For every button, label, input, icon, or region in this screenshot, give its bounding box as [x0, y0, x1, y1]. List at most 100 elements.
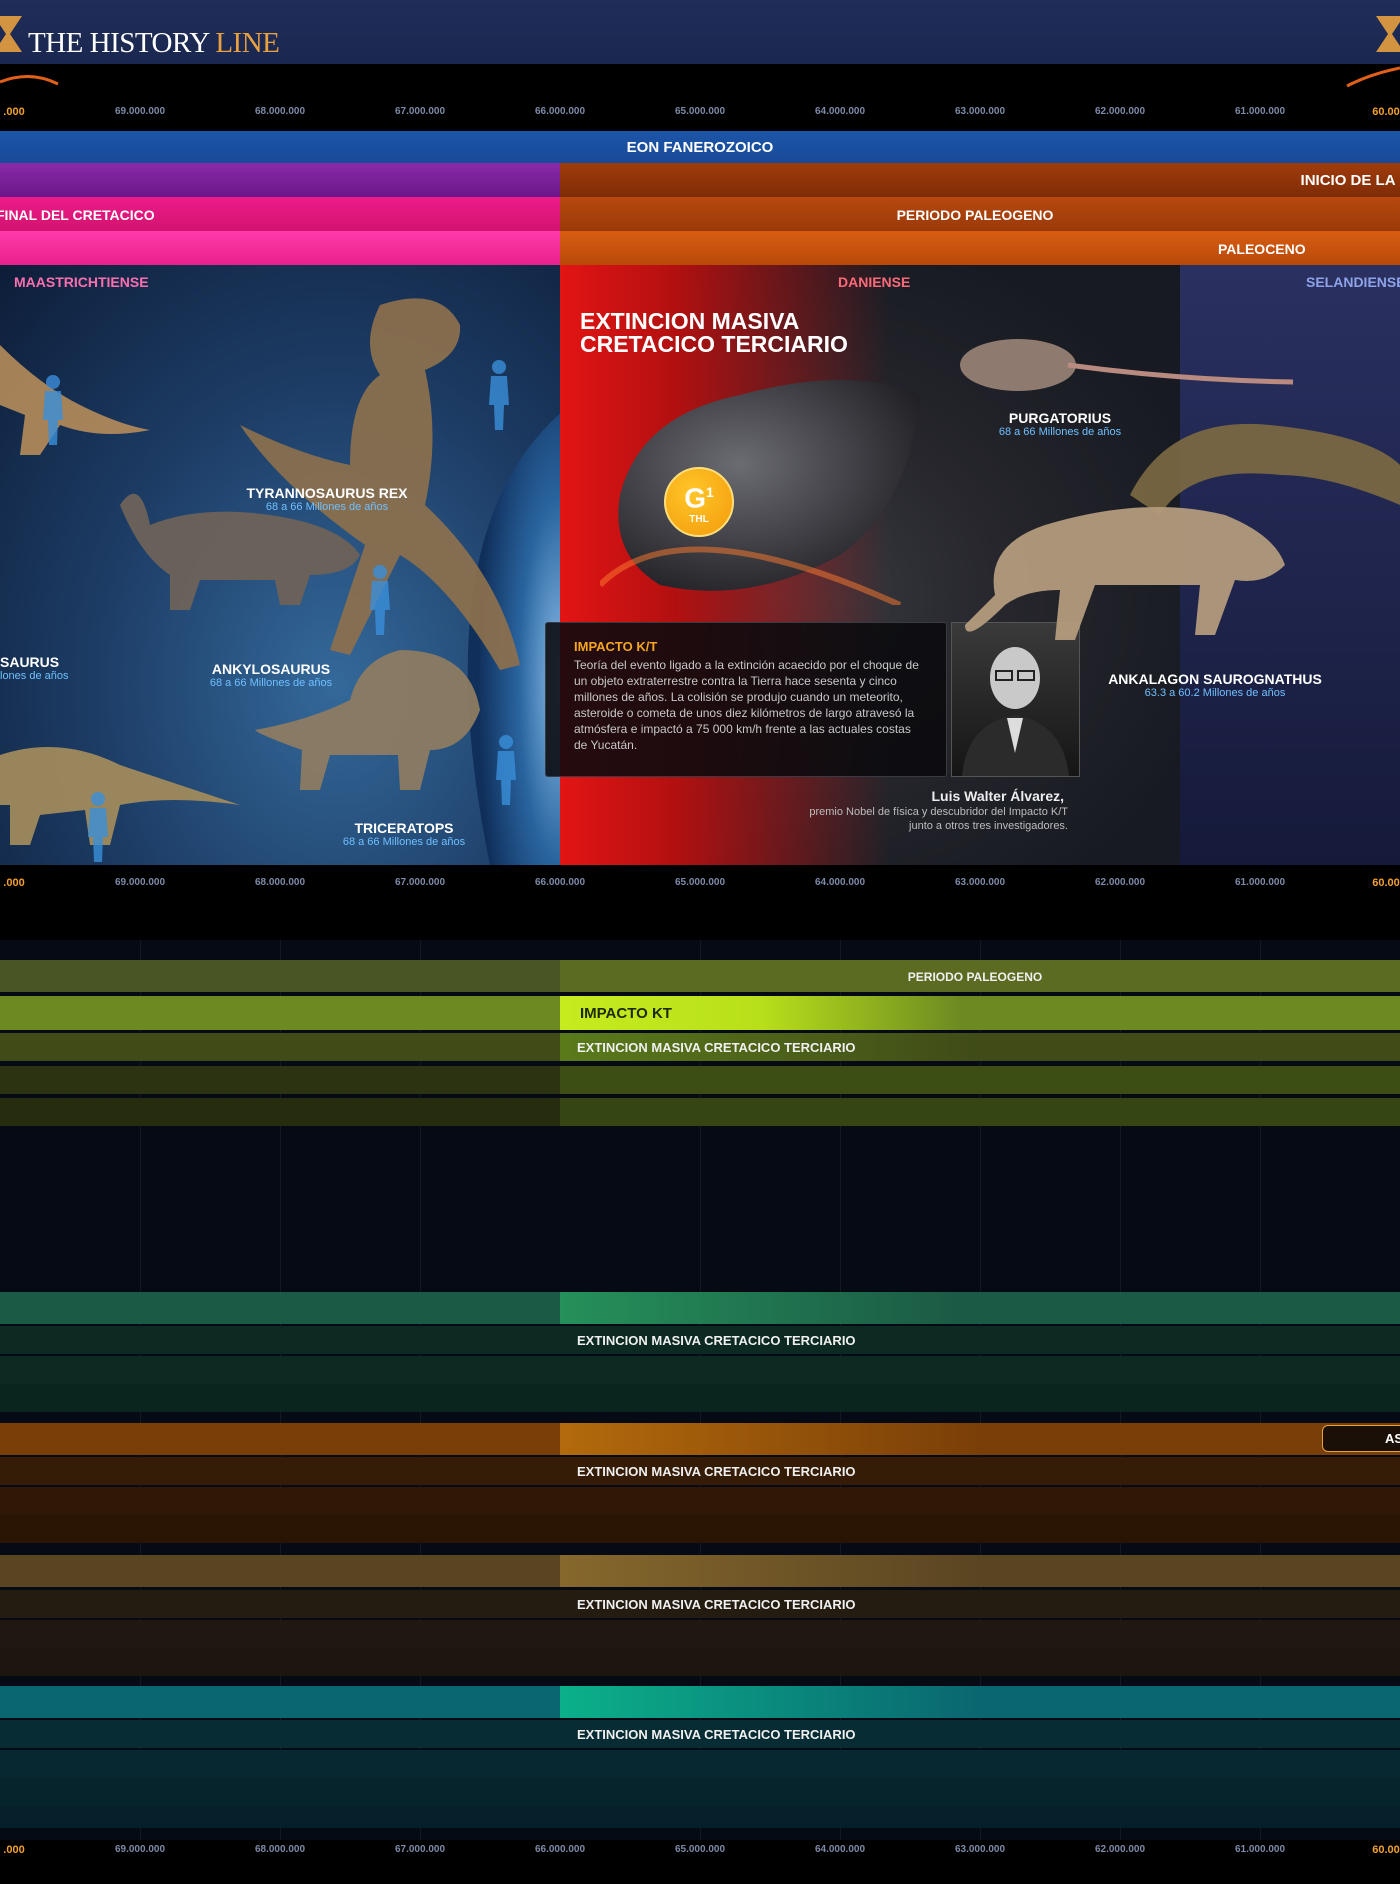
lane-green-ext[interactable]: EXTINCION MASIVA CRETACICO TERCIARIO: [0, 1033, 1400, 1061]
ruler-label: 61.000.000: [1234, 106, 1286, 117]
person-desc-line2: junto a otros tres investigadores.: [909, 820, 1068, 832]
species-range: 63.3 a 60.2 Millones de años: [1144, 687, 1286, 699]
epoch-paleocene-band[interactable]: PALEOCENO: [560, 231, 1400, 265]
event-title-line2: CRETACICO TERCIARIO: [580, 331, 848, 357]
info-title: IMPACTO K/T: [574, 639, 658, 654]
swoosh-left-decoration: [0, 75, 59, 86]
era-cretaceous-band[interactable]: [0, 163, 560, 197]
period-cretaceous-band[interactable]: FINAL DEL CRETACICO: [0, 197, 560, 231]
eon-band[interactable]: EON FANEROZOICO: [0, 131, 1400, 163]
lane-brown-ext[interactable]: EXTINCION MASIVA CRETACICO TERCIARIO: [0, 1590, 1400, 1618]
lane-label: IMPACTO KT: [580, 1005, 672, 1022]
hadrosaur-illustration[interactable]: [0, 735, 240, 845]
period-row: FINAL DEL CRETACICO PERIODO PALEOGENO: [0, 197, 1400, 231]
lane-teal-row: [0, 1356, 1400, 1384]
ruler-label: 64.000.000: [814, 877, 866, 888]
lane-cyan-head[interactable]: [0, 1686, 1400, 1718]
swoosh-right-decoration: [1346, 66, 1400, 88]
event-title-line1: EXTINCION MASIVA: [580, 308, 800, 334]
ruler-label: 68.000.000: [254, 877, 306, 888]
person-name: Luis Walter Álvarez,: [931, 788, 1064, 804]
lane-brown-head[interactable]: [0, 1555, 1400, 1587]
human-scale-silhouette: [496, 735, 516, 805]
lane-teal-head[interactable]: [0, 1292, 1400, 1324]
ruler-label: 69.000.000: [114, 1844, 166, 1855]
lane-brown-row: [0, 1648, 1400, 1676]
species-name: SAURUS: [0, 654, 60, 670]
ruler-label: 61.000.000: [1234, 877, 1286, 888]
badge-sup: 1: [705, 484, 714, 500]
species-range: lones de años: [0, 670, 69, 682]
hourglass-logo-icon: [0, 14, 26, 52]
eon-label: EON FANEROZOICO: [626, 139, 774, 156]
time-ruler-middle: .000 69.000.000 68.000.000 67.000.000 66…: [0, 877, 1400, 895]
period-left-label: FINAL DEL CRETACICO: [0, 207, 155, 223]
human-scale-silhouette: [489, 360, 509, 430]
stage-maastrichtiense[interactable]: MAASTRICHTIENSE: [14, 274, 149, 290]
ruler-label: 64.000.000: [814, 1844, 866, 1855]
g1-badge-icon[interactable]: G1 THL: [664, 467, 734, 537]
era-cenozoic-band[interactable]: INICIO DE LA ER: [560, 163, 1400, 197]
alvarez-portrait[interactable]: [951, 622, 1080, 777]
lane-cyan-row: [0, 1806, 1400, 1828]
asteroid-button[interactable]: AS: [1322, 1425, 1400, 1452]
lane-cyan-row: [0, 1778, 1400, 1806]
ankalagon-label[interactable]: ANKALAGON SAUROGNATHUS 63.3 a 60.2 Millo…: [1105, 671, 1325, 699]
ruler-label: 60.00: [1372, 877, 1400, 889]
ruler-label: 69.000.000: [114, 877, 166, 888]
species-range: 68 a 66 Millones de años: [209, 677, 333, 689]
left-dinosaur-illustration[interactable]: [0, 345, 150, 455]
lane-orange-head[interactable]: [0, 1423, 1400, 1455]
ruler-label: 69.000.000: [114, 106, 166, 117]
ruler-label: 68.000.000: [254, 106, 306, 117]
epoch-right-label: PALEOCENO: [1218, 241, 1306, 257]
ruler-label: .000: [3, 106, 25, 118]
ruler-label: 62.000.000: [1094, 106, 1146, 117]
ruler-label: 61.000.000: [1234, 1844, 1286, 1855]
epoch-cretaceous-band[interactable]: [0, 231, 560, 265]
ruler-label: 65.000.000: [674, 106, 726, 117]
ankylosaurus-label[interactable]: ANKYLOSAURUS 68 a 66 Millones de años: [171, 661, 371, 689]
lane-green-event[interactable]: IMPACTO KT: [0, 996, 1400, 1030]
lane-green-period[interactable]: PERIODO PALEOGENO: [0, 960, 1400, 992]
lane-label: EXTINCION MASIVA CRETACICO TERCIARIO: [577, 1040, 856, 1055]
era-right-label: INICIO DE LA ER: [1300, 172, 1400, 189]
human-scale-silhouette: [88, 792, 108, 862]
ruler-label: .000: [3, 877, 25, 889]
trex-label[interactable]: TYRANNOSAURUS REX 68 a 66 Millones de añ…: [227, 485, 427, 513]
ruler-label: 65.000.000: [674, 1844, 726, 1855]
left-species-label[interactable]: SAURUS lones de años: [0, 654, 80, 682]
stage-selandiense[interactable]: SELANDIENSE: [1306, 274, 1400, 290]
ruler-label: 64.000.000: [814, 106, 866, 117]
ruler-label: 66.000.000: [534, 1844, 586, 1855]
app-logo[interactable]: THE HISTORY LINE: [28, 27, 280, 60]
ankalagon-illustration[interactable]: [965, 475, 1315, 645]
ruler-label: 67.000.000: [394, 877, 446, 888]
badge-letter: G: [684, 482, 706, 514]
lane-brown-row: [0, 1620, 1400, 1648]
human-scale-silhouette: [43, 375, 63, 445]
lane-orange-ext[interactable]: EXTINCION MASIVA CRETACICO TERCIARIO: [0, 1457, 1400, 1485]
stage-daniense[interactable]: DANIENSE: [838, 274, 910, 290]
lane-cyan-row: [0, 1750, 1400, 1778]
info-text: Teoría del evento ligado a la extinción …: [574, 658, 919, 752]
time-ruler-top: .000 69.000.000 68.000.000 67.000.000 66…: [0, 106, 1400, 124]
lane-teal-ext[interactable]: EXTINCION MASIVA CRETACICO TERCIARIO: [0, 1326, 1400, 1354]
lane-green-row: [0, 1066, 1400, 1094]
triceratops-label[interactable]: TRICERATOPS 68 a 66 Millones de años: [304, 820, 504, 848]
stage-panel: MAASTRICHTIENSE DANIENSE SELANDIENSE TYR…: [0, 265, 1400, 865]
human-scale-silhouette: [370, 565, 390, 635]
person-description: premio Nobel de física y descubridor del…: [700, 805, 1068, 833]
impact-info-card[interactable]: IMPACTO K/T Teoría del evento ligado a l…: [545, 622, 947, 777]
purgatorius-illustration[interactable]: [948, 325, 1298, 410]
species-name: TRICERATOPS: [354, 820, 454, 836]
ruler-label: 60.00: [1372, 1844, 1400, 1856]
ruler-label: 65.000.000: [674, 877, 726, 888]
species-name: ANKYLOSAURUS: [211, 661, 331, 677]
app-header: THE HISTORY LINE: [0, 0, 1400, 64]
lane-cyan-ext[interactable]: EXTINCION MASIVA CRETACICO TERCIARIO: [0, 1720, 1400, 1748]
asteroid-illustration: [600, 380, 920, 605]
event-title[interactable]: EXTINCION MASIVA CRETACICO TERCIARIO: [580, 310, 900, 356]
period-paleogene-band[interactable]: PERIODO PALEOGENO: [560, 197, 1400, 231]
ruler-label: 63.000.000: [954, 1844, 1006, 1855]
